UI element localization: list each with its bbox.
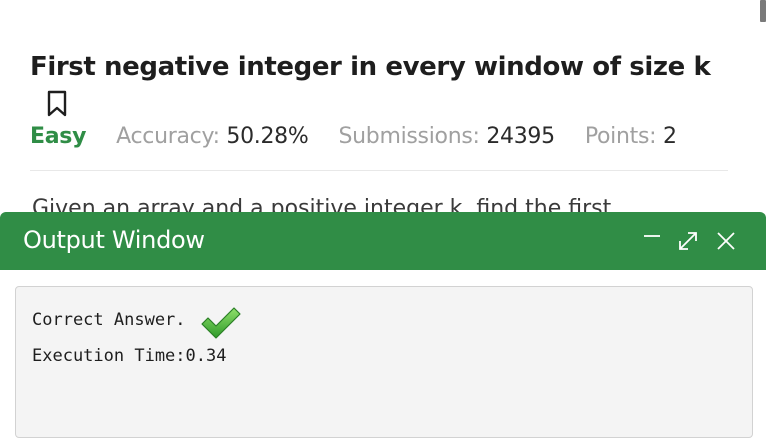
problem-header: First negative integer in every window o…: [30, 48, 730, 149]
execution-time: Execution Time:0.34: [32, 346, 227, 366]
submissions-value: 24395: [486, 124, 555, 149]
bookmark-button[interactable]: [46, 90, 68, 118]
points: Points: 2: [585, 124, 677, 149]
scrollbar-thumb[interactable]: [760, 0, 766, 22]
points-value: 2: [662, 124, 677, 149]
difficulty-badge: Easy: [30, 124, 87, 149]
close-button[interactable]: [713, 228, 739, 254]
output-window-title: Output Window: [23, 226, 205, 254]
output-console: Correct Answer. Execution Time:0.34: [15, 286, 753, 438]
output-window-header[interactable]: Output Window: [0, 212, 766, 270]
points-label: Points:: [584, 124, 657, 149]
submissions: Submissions: 24395: [338, 124, 555, 149]
maximize-button[interactable]: [675, 228, 701, 254]
problem-title: First negative integer in every window o…: [30, 52, 711, 82]
minimize-icon: [644, 235, 660, 237]
result-text: Correct Answer.: [32, 310, 186, 330]
checkmark-icon: [201, 307, 241, 339]
bookmark-icon: [47, 90, 67, 117]
accuracy-label: Accuracy:: [116, 124, 220, 149]
submissions-label: Submissions:: [338, 124, 480, 149]
minimize-button[interactable]: [639, 228, 665, 254]
close-icon: [717, 232, 735, 250]
problem-meta: Easy Accuracy: 50.28% Submissions: 24395…: [30, 124, 677, 149]
output-window: Output Window Correct Answer. Execution …: [0, 212, 766, 438]
accuracy: Accuracy: 50.28%: [116, 124, 309, 149]
divider: [30, 170, 728, 171]
accuracy-value: 50.28%: [226, 124, 309, 149]
maximize-icon: [679, 232, 697, 250]
